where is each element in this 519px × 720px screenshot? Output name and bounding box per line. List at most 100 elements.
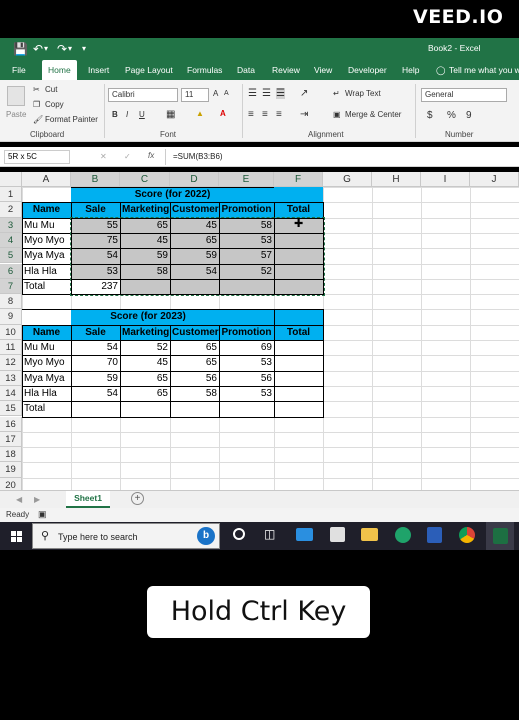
column-header-a[interactable]: A <box>22 172 71 187</box>
cell[interactable]: 53 <box>219 386 274 401</box>
cell[interactable]: Myo Myo <box>22 233 71 248</box>
cell[interactable]: 65 <box>120 218 170 233</box>
align-top-icon[interactable]: ☰ <box>248 88 257 99</box>
orientation-icon[interactable]: ↗ <box>300 88 308 99</box>
sheet-tab-sheet1[interactable]: Sheet1 <box>66 491 110 508</box>
font-name-select[interactable]: Calibri <box>108 88 178 102</box>
cut-button[interactable]: Cut <box>45 85 57 94</box>
format-painter-button[interactable]: Format Painter <box>45 115 98 124</box>
tab-review[interactable]: Review <box>272 60 300 80</box>
column-header-j[interactable]: J <box>470 172 519 187</box>
tab-home[interactable]: Home <box>42 60 77 80</box>
row-header-15[interactable]: 15 <box>0 401 22 417</box>
merge-icon[interactable]: ▣ <box>333 110 341 119</box>
column-label[interactable]: Marketing <box>120 202 170 217</box>
row-header-8[interactable]: 8 <box>0 294 22 310</box>
cortana-icon[interactable] <box>233 528 245 540</box>
borders-icon[interactable]: ▦ <box>166 109 175 120</box>
cell[interactable]: Hla Hla <box>22 264 71 279</box>
column-label[interactable]: Customer <box>170 202 219 217</box>
tell-me-search[interactable]: Tell me what you wa <box>449 60 519 80</box>
worksheet-grid[interactable]: A B C D E F G H I J 1 2 3 4 5 6 7 8 9 10 11 12 13 14 15 16 17 18 19 2… <box>0 172 519 490</box>
cell[interactable]: 56 <box>170 371 219 386</box>
scroll-right-icon[interactable]: ▶ <box>34 495 40 504</box>
underline-button[interactable]: U <box>139 110 145 119</box>
wrap-text-button[interactable]: Wrap Text <box>345 89 381 98</box>
edge-icon[interactable] <box>395 527 411 543</box>
align-right-icon[interactable]: ≡ <box>276 109 282 120</box>
column-header-b[interactable]: B <box>71 172 120 187</box>
brush-icon[interactable]: 🖌 <box>33 115 43 124</box>
row-header-3[interactable]: 3 <box>0 217 22 233</box>
column-header-c[interactable]: C <box>120 172 170 187</box>
name-box[interactable]: 5R x 5C <box>4 150 70 164</box>
column-label[interactable]: Sale <box>71 202 120 217</box>
font-size-select[interactable]: 11 <box>181 88 209 102</box>
row-header-6[interactable]: 6 <box>0 263 22 279</box>
cell[interactable]: Total <box>22 401 71 416</box>
row-header-19[interactable]: 19 <box>0 462 22 478</box>
cell[interactable]: 54 <box>71 248 120 263</box>
comma-button[interactable]: 9 <box>466 110 472 121</box>
row-header-20[interactable]: 20 <box>0 477 22 490</box>
bing-icon[interactable]: b <box>197 527 215 545</box>
number-format-select[interactable]: General <box>421 88 507 102</box>
lightbulb-icon[interactable]: ◯ <box>436 60 446 80</box>
row-header-12[interactable]: 12 <box>0 355 22 371</box>
cell[interactable]: 54 <box>71 340 120 355</box>
cell[interactable]: 58 <box>219 218 274 233</box>
tab-help[interactable]: Help <box>402 60 419 80</box>
cell[interactable]: 65 <box>170 233 219 248</box>
tab-page-layout[interactable]: Page Layout <box>125 60 173 80</box>
cell[interactable]: 45 <box>120 233 170 248</box>
cell[interactable]: 55 <box>71 218 120 233</box>
cell[interactable]: 59 <box>120 248 170 263</box>
tab-developer[interactable]: Developer <box>348 60 387 80</box>
column-header-i[interactable]: I <box>421 172 470 187</box>
row-header-4[interactable]: 4 <box>0 232 22 249</box>
select-all-corner[interactable] <box>0 172 22 187</box>
row-header-13[interactable]: 13 <box>0 370 22 386</box>
column-header-g[interactable]: G <box>323 172 372 187</box>
row-header-14[interactable]: 14 <box>0 385 22 402</box>
column-label[interactable]: Sale <box>71 325 120 340</box>
column-label[interactable]: Name <box>22 325 71 340</box>
cell[interactable]: 45 <box>120 355 170 370</box>
cell[interactable]: 53 <box>71 264 120 279</box>
row-header-9[interactable]: 9 <box>0 309 22 325</box>
align-left-icon[interactable]: ≡ <box>248 109 254 120</box>
cancel-icon[interactable]: ✕ <box>100 152 107 161</box>
bold-button[interactable]: B <box>112 110 118 119</box>
column-label[interactable]: Marketing <box>120 325 170 340</box>
currency-button[interactable]: $ <box>427 110 433 121</box>
row-header-7[interactable]: 7 <box>0 278 22 295</box>
scroll-left-icon[interactable]: ◀ <box>16 495 22 504</box>
cell[interactable]: 54 <box>170 264 219 279</box>
undo-icon[interactable]: ↶ <box>33 42 43 56</box>
cell[interactable]: 56 <box>219 371 274 386</box>
cell[interactable]: 65 <box>120 386 170 401</box>
wrap-text-icon[interactable]: ↵ <box>333 89 340 98</box>
column-label[interactable]: Total <box>274 202 323 217</box>
task-view-icon[interactable]: ◫ <box>264 527 275 541</box>
redo-dropdown-icon[interactable]: ▾ <box>68 42 72 56</box>
file-explorer-icon[interactable] <box>361 528 378 541</box>
indent-icon[interactable]: ⇥ <box>300 109 308 120</box>
total-sale-cell[interactable]: 237 <box>71 279 120 294</box>
enter-icon[interactable]: ✓ <box>124 152 131 161</box>
cell[interactable]: 45 <box>170 218 219 233</box>
add-sheet-button[interactable]: + <box>131 492 144 505</box>
percent-button[interactable]: % <box>447 110 456 121</box>
italic-button[interactable]: I <box>126 110 128 119</box>
accessibility-icon[interactable]: ▣ <box>38 509 47 520</box>
taskbar-search-box[interactable]: ⚲ Type here to search b <box>32 523 220 549</box>
chrome-icon[interactable] <box>459 527 475 543</box>
cell[interactable]: 59 <box>71 371 120 386</box>
row-header-17[interactable]: 17 <box>0 431 22 448</box>
table-title-2022[interactable]: Score (for 2022) <box>71 187 274 202</box>
cell[interactable]: 69 <box>219 340 274 355</box>
tab-insert[interactable]: Insert <box>88 60 109 80</box>
cell[interactable]: Myo Myo <box>22 355 71 370</box>
cell[interactable]: 58 <box>120 264 170 279</box>
tab-data[interactable]: Data <box>237 60 255 80</box>
